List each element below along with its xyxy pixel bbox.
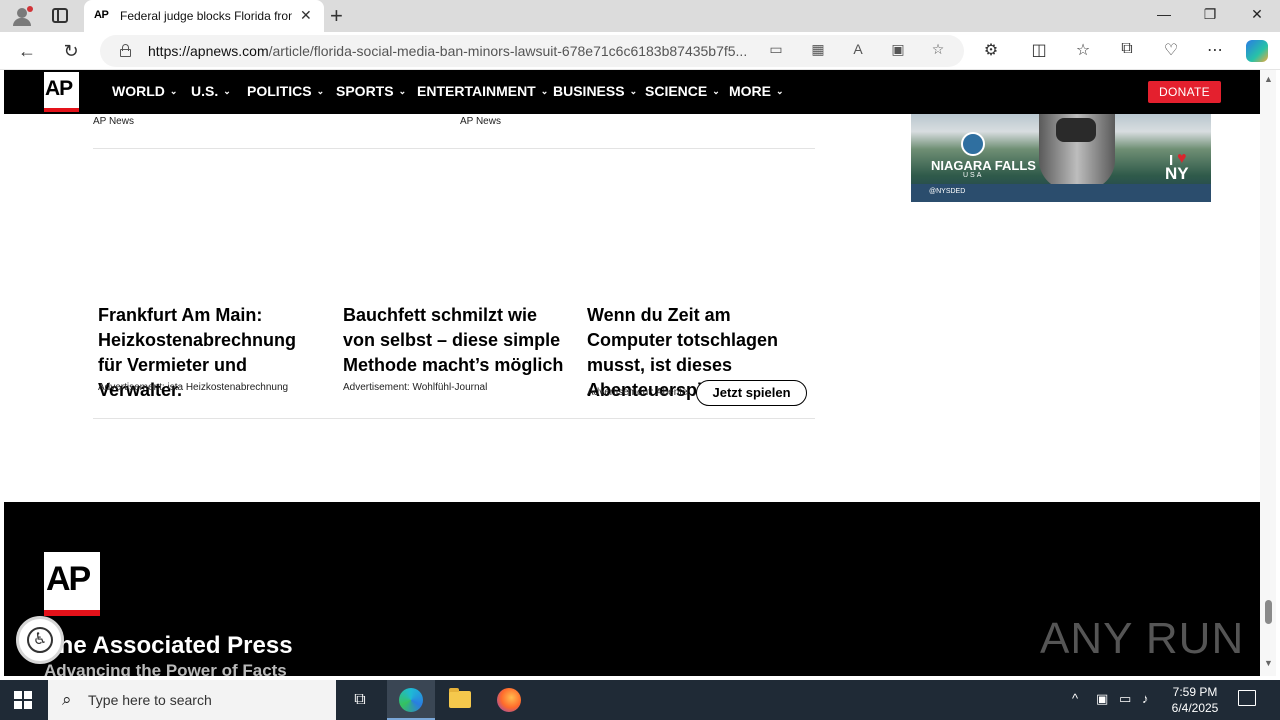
accessibility-button[interactable]: ♿ bbox=[16, 616, 64, 664]
scroll-down-arrow-icon[interactable]: ▼ bbox=[1264, 658, 1273, 668]
nav-business[interactable]: BUSINESS ⌄ bbox=[553, 83, 637, 99]
nav-sports[interactable]: SPORTS ⌄ bbox=[336, 83, 406, 99]
taskbar-search[interactable]: ⌕ Type here to search bbox=[48, 680, 336, 720]
favorite-star-icon[interactable]: ☆ bbox=[928, 41, 948, 58]
address-bar[interactable]: https://apnews.com/article/florida-socia… bbox=[100, 35, 964, 67]
clock-date: 6/4/2025 bbox=[1171, 701, 1219, 715]
collections-icon[interactable]: ⧉ bbox=[1116, 40, 1138, 58]
source-label: AP News bbox=[93, 116, 134, 127]
more-menu-icon[interactable]: ⋯ bbox=[1204, 40, 1226, 60]
device-tray-icon[interactable]: ▣ bbox=[1096, 691, 1108, 707]
system-clock[interactable]: 7:59 PM 6/4/2025 bbox=[1160, 684, 1230, 716]
nav-science[interactable]: SCIENCE ⌄ bbox=[645, 83, 720, 99]
notification-icon[interactable] bbox=[1238, 690, 1256, 706]
tab-actions-icon[interactable] bbox=[52, 8, 68, 23]
firefox-icon[interactable] bbox=[497, 688, 521, 712]
address-bar-row: ← ↻ https://apnews.com/article/florida-s… bbox=[0, 32, 1280, 70]
tab-strip: AP Federal judge blocks Florida from ✕ +… bbox=[0, 0, 1280, 32]
divider bbox=[93, 418, 815, 419]
browser-tab[interactable]: AP Federal judge blocks Florida from ✕ bbox=[84, 0, 324, 32]
close-window-button[interactable]: ✕ bbox=[1247, 6, 1267, 23]
clock-time: 7:59 PM bbox=[1172, 685, 1218, 699]
site-navigation: AP WORLD ⌄ U.S. ⌄ POLITICS ⌄ SPORTS ⌄ ENTERT… bbox=[4, 70, 1260, 114]
page-viewport: AP WORLD ⌄ U.S. ⌄ POLITICS ⌄ SPORTS ⌄ ENTERT… bbox=[4, 70, 1260, 676]
nav-world[interactable]: WORLD ⌄ bbox=[112, 83, 177, 99]
footer-tagline: Advancing the Power of Facts bbox=[44, 661, 287, 676]
donate-button[interactable]: DONATE bbox=[1148, 81, 1221, 103]
anyrun-watermark: ANY RUN bbox=[1040, 614, 1245, 663]
lock-icon[interactable] bbox=[120, 44, 131, 57]
close-tab-icon[interactable]: ✕ bbox=[300, 7, 312, 23]
back-arrow-icon[interactable]: ← bbox=[16, 40, 38, 62]
ad-card-title[interactable]: Bauchfett schmilzt wie von selbst – dies… bbox=[343, 303, 569, 378]
search-icon: ⌕ bbox=[62, 690, 72, 709]
scroll-up-arrow-icon[interactable]: ▲ bbox=[1264, 74, 1273, 84]
refresh-icon[interactable]: ↻ bbox=[60, 40, 82, 62]
edge-icon[interactable] bbox=[399, 688, 423, 712]
app-grid-icon[interactable]: ▦ bbox=[808, 41, 828, 58]
source-label: AP News bbox=[460, 116, 501, 127]
nav-politics[interactable]: POLITICS ⌄ bbox=[247, 83, 324, 99]
ad-card-meta: Advertisement: Wohlfühl-Journal bbox=[343, 382, 488, 393]
ad-card-meta: Advertisement: ista Heizkostenabrechnung bbox=[98, 382, 289, 393]
task-view-icon[interactable]: ⧉ bbox=[348, 688, 372, 712]
file-explorer-icon[interactable] bbox=[449, 688, 471, 708]
accessibility-icon: ♿ bbox=[27, 627, 53, 653]
ap-logo[interactable]: AP bbox=[44, 72, 79, 112]
minimize-button[interactable]: — bbox=[1154, 6, 1174, 22]
favorites-icon[interactable]: ☆ bbox=[1072, 40, 1094, 60]
read-aloud-icon[interactable]: A bbox=[848, 41, 868, 57]
windows-taskbar: ⌕ Type here to search ⧉ ^ ▣ ▭ ♪ 7:59 PM … bbox=[0, 680, 1280, 720]
ad-card-meta: Advertisement: Abente... bbox=[587, 387, 696, 398]
jetzt-spielen-button[interactable]: Jetzt spielen bbox=[696, 380, 807, 406]
page-scrollbar[interactable]: ▲ ▼ bbox=[1260, 70, 1276, 676]
footer-ap-logo[interactable]: AP bbox=[44, 552, 100, 616]
niagara-falls-ad[interactable]: NIAGARA FALLS USA I ♥ NY @NYSDED bbox=[911, 114, 1211, 202]
device-icon[interactable]: ▭ bbox=[766, 41, 786, 58]
new-tab-button[interactable]: + bbox=[330, 3, 343, 29]
nav-entertainment[interactable]: ENTERTAINMENT ⌄ bbox=[417, 83, 548, 99]
nav-us[interactable]: U.S. ⌄ bbox=[191, 83, 231, 99]
extensions-icon[interactable]: ⚙ bbox=[980, 40, 1002, 60]
windows-start-icon[interactable] bbox=[14, 691, 32, 709]
immersive-reader-icon[interactable]: ▣ bbox=[888, 41, 908, 58]
nav-more[interactable]: MORE ⌄ bbox=[729, 83, 784, 99]
footer-name: The Associated Press bbox=[44, 632, 293, 659]
volume-icon[interactable]: ♪ bbox=[1142, 691, 1149, 706]
show-hidden-icons-icon[interactable]: ^ bbox=[1072, 691, 1078, 706]
split-screen-icon[interactable]: ◫ bbox=[1028, 40, 1050, 60]
copilot-icon[interactable] bbox=[1246, 40, 1268, 62]
profile-icon[interactable] bbox=[12, 6, 33, 26]
scroll-thumb[interactable] bbox=[1265, 600, 1272, 624]
ap-favicon-icon: AP bbox=[94, 9, 109, 21]
site-footer: AP The Associated Press Advancing the Po… bbox=[4, 502, 1260, 676]
search-placeholder: Type here to search bbox=[88, 692, 212, 708]
divider bbox=[93, 148, 815, 149]
restore-button[interactable]: ❐ bbox=[1200, 6, 1220, 23]
url-text[interactable]: https://apnews.com/article/florida-socia… bbox=[148, 43, 758, 59]
browser-essentials-icon[interactable]: ♡ bbox=[1160, 40, 1182, 60]
tab-title: Federal judge blocks Florida from bbox=[120, 9, 292, 23]
network-icon[interactable]: ▭ bbox=[1119, 691, 1131, 707]
niagara-emblem-icon bbox=[961, 132, 985, 156]
